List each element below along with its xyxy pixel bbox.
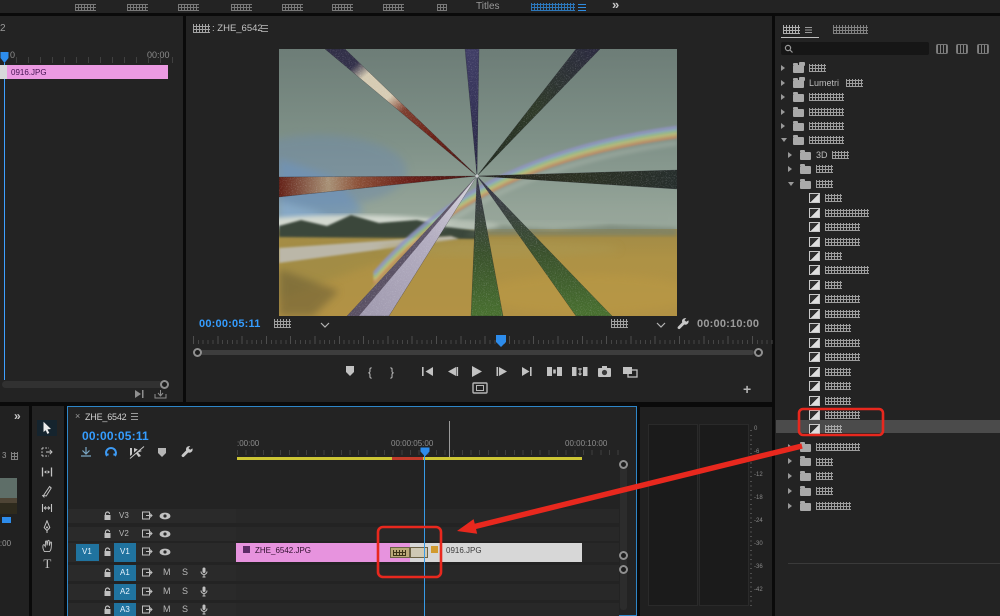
svg-text:T: T xyxy=(43,556,51,570)
svg-text:}: } xyxy=(390,365,394,379)
svg-text:{: { xyxy=(368,365,372,379)
